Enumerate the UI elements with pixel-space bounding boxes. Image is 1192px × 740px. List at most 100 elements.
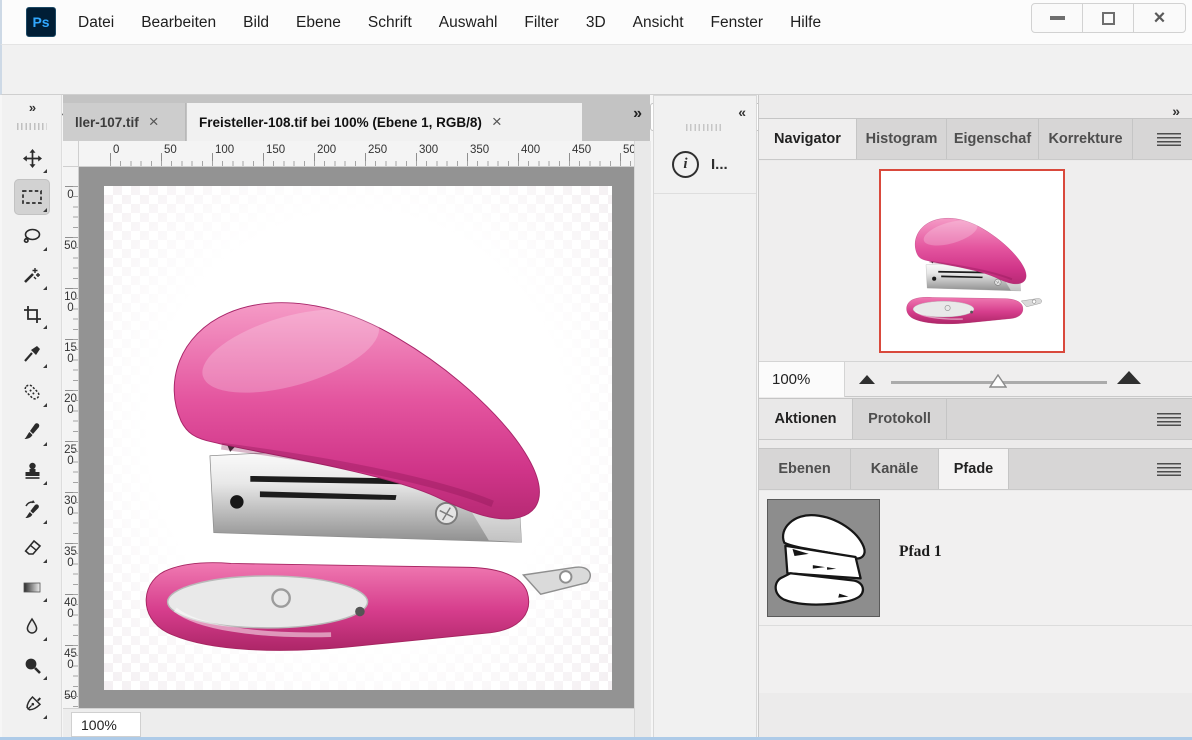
zoom-level-field[interactable]: 100% (71, 712, 141, 737)
history-brush-icon (22, 500, 42, 519)
menu-ebene[interactable]: Ebene (296, 14, 341, 32)
close-tab-icon[interactable]: × (149, 112, 159, 132)
navigator-zoom-field[interactable]: 100% (759, 362, 845, 397)
tools-grip[interactable] (17, 123, 47, 130)
ruler-label: 50 (64, 241, 77, 252)
ruler-label: 100 (64, 292, 77, 314)
layers-tab-bar: Ebenen Kanäle Pfade (759, 448, 1192, 490)
path-list-item[interactable]: Pfad 1 (759, 491, 1192, 626)
menu-schrift[interactable]: Schrift (368, 14, 412, 32)
tab-eigenschaften[interactable]: Eigenschaf (947, 119, 1039, 159)
minimize-button[interactable] (1032, 4, 1083, 32)
vertical-ruler: 0 50 100 150 200 250 300 350 400 450 50 (63, 167, 79, 708)
panel-grip[interactable] (686, 124, 724, 131)
tools-expand-chevron[interactable]: » (2, 100, 62, 115)
gradient-tool[interactable] (14, 569, 50, 605)
menu-bild[interactable]: Bild (243, 14, 269, 32)
pen-icon (23, 695, 42, 714)
canvas-pasteboard[interactable] (79, 167, 634, 708)
path-thumbnail[interactable] (767, 499, 880, 617)
document-tab-active[interactable]: Freisteller-108.tif bei 100% (Ebene 1, R… (187, 103, 582, 141)
brush-tool[interactable] (14, 413, 50, 449)
history-brush-tool[interactable] (14, 491, 50, 527)
tab-ebenen[interactable]: Ebenen (759, 449, 851, 489)
crop-icon (23, 305, 42, 324)
menu-ansicht[interactable]: Ansicht (633, 14, 684, 32)
tab-navigator[interactable]: Navigator (759, 119, 857, 159)
lasso-icon (22, 227, 42, 246)
blur-tool[interactable] (14, 608, 50, 644)
move-icon (23, 149, 42, 168)
ruler-label: 450 (572, 144, 591, 156)
navigator-proxy-view[interactable] (879, 169, 1065, 353)
ruler-label: 200 (64, 394, 77, 416)
info-panel-label: I... (711, 156, 728, 173)
menu-fenster[interactable]: Fenster (711, 14, 764, 32)
menu-auswahl[interactable]: Auswahl (439, 14, 498, 32)
zoom-slider-handle[interactable] (989, 374, 1007, 389)
menu-filter[interactable]: Filter (524, 14, 558, 32)
spot-healing-brush-tool[interactable] (14, 374, 50, 410)
actions-tab-bar: Aktionen Protokoll (759, 398, 1192, 440)
status-bar: 100% (63, 708, 634, 737)
panel-menu-icon[interactable] (1157, 133, 1181, 146)
menu-bar: Datei Bearbeiten Bild Ebene Schrift Ausw… (78, 0, 821, 45)
collapse-panel-chevron[interactable]: « (738, 104, 744, 120)
document-tab-inactive[interactable]: ller-107.tif × (63, 103, 186, 141)
move-tool[interactable] (14, 140, 50, 176)
ruler-label: 50 (164, 144, 177, 156)
navigator-thumbnail-image (895, 185, 1047, 333)
tab-pfade[interactable]: Pfade (939, 449, 1009, 489)
maximize-button[interactable] (1083, 4, 1134, 32)
tab-overflow-chevron[interactable]: » (633, 105, 640, 123)
panel-menu-icon[interactable] (1157, 413, 1181, 426)
ruler-label: 400 (521, 144, 540, 156)
pen-tool[interactable] (14, 686, 50, 722)
document-canvas[interactable] (104, 186, 612, 690)
expand-dock-chevron[interactable]: » (1172, 103, 1178, 119)
info-panel-button[interactable]: i I... (654, 136, 756, 194)
ruler-label: 450 (64, 649, 77, 671)
tab-histogramm[interactable]: Histogram (857, 119, 947, 159)
close-button[interactable]: × (1134, 4, 1185, 32)
ruler-label: 400 (64, 598, 77, 620)
maximize-icon (1102, 12, 1115, 25)
options-bar: Weiche Kante: Glätten Art: Normal B: H: … (0, 45, 1192, 95)
minimize-icon (1050, 16, 1065, 20)
eyedropper-tool[interactable] (14, 335, 50, 371)
menu-bearbeiten[interactable]: Bearbeiten (141, 14, 216, 32)
crop-tool[interactable] (14, 296, 50, 332)
window-controls: × (1031, 3, 1186, 33)
panel-menu-icon[interactable] (1157, 463, 1181, 476)
marquee-icon (21, 188, 43, 206)
zoom-out-icon[interactable] (859, 375, 875, 384)
zoom-in-icon[interactable] (1117, 371, 1141, 384)
rectangular-marquee-tool[interactable] (14, 179, 50, 215)
vertical-scrollbar[interactable] (634, 141, 651, 740)
menu-3d[interactable]: 3D (586, 14, 606, 32)
ruler-label: 350 (64, 547, 77, 569)
tab-protokoll[interactable]: Protokoll (853, 399, 947, 439)
clone-stamp-tool[interactable] (14, 452, 50, 488)
photoshop-logo: Ps (26, 7, 56, 37)
dodge-icon (23, 656, 42, 675)
stamp-icon (23, 461, 42, 480)
navigator-tab-bar: Navigator Histogram Eigenschaf Korrektur… (759, 118, 1192, 160)
horizontal-ruler: 0 50 100 150 200 250 300 350 400 450 50 (79, 141, 634, 167)
tab-kanaele[interactable]: Kanäle (851, 449, 939, 489)
ruler-label: 300 (419, 144, 438, 156)
ruler-label: 250 (64, 445, 77, 467)
magic-wand-tool[interactable] (14, 257, 50, 293)
lasso-tool[interactable] (14, 218, 50, 254)
menu-hilfe[interactable]: Hilfe (790, 14, 821, 32)
ruler-label: 200 (317, 144, 336, 156)
close-tab-icon[interactable]: × (492, 112, 502, 132)
paths-panel: Pfad 1 (759, 491, 1192, 693)
brush-icon (23, 422, 42, 441)
dodge-tool[interactable] (14, 647, 50, 683)
tab-aktionen[interactable]: Aktionen (759, 399, 853, 439)
menu-datei[interactable]: Datei (78, 14, 114, 32)
eraser-tool[interactable] (14, 530, 50, 566)
info-icon: i (672, 151, 699, 178)
tab-korrekturen[interactable]: Korrekture (1039, 119, 1133, 159)
